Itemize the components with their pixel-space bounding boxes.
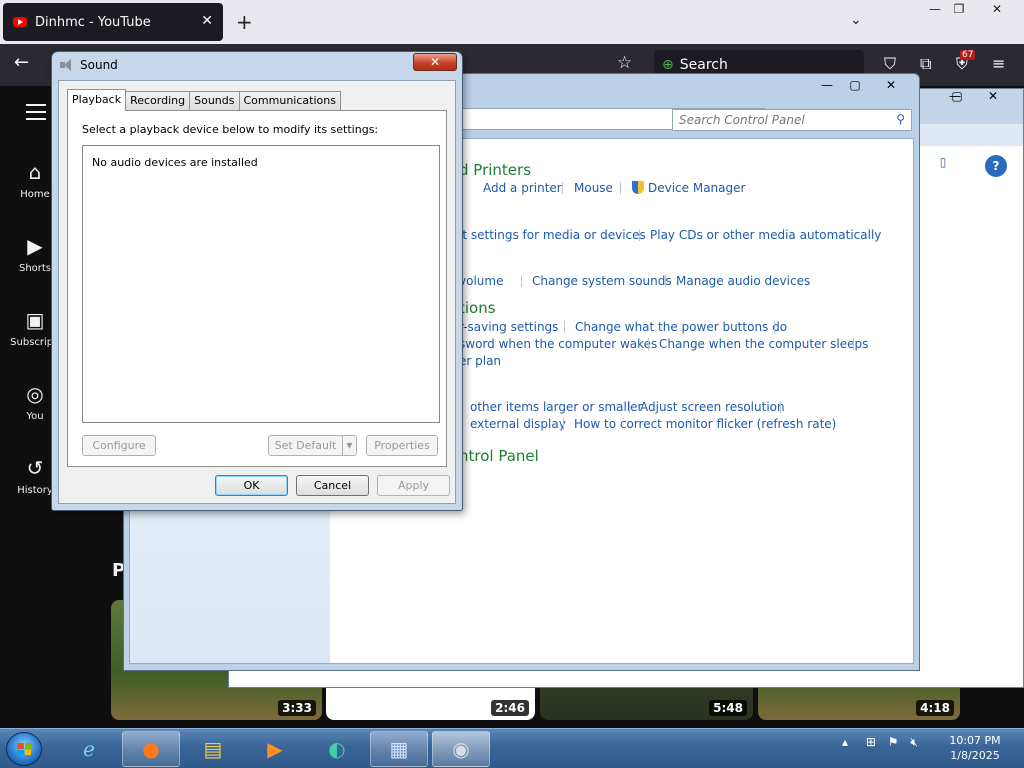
tab-title: Dinhmc - YouTube bbox=[35, 14, 151, 30]
configure-button[interactable]: Configure bbox=[82, 435, 156, 456]
empty-message: No audio devices are installed bbox=[92, 156, 258, 169]
cp-link-device-manager[interactable]: Device Manager bbox=[632, 181, 745, 195]
properties-button[interactable]: Properties bbox=[366, 435, 438, 456]
set-default-button[interactable]: Set Default ▼ bbox=[268, 435, 357, 456]
media-player-icon[interactable]: ▶ bbox=[246, 731, 304, 767]
cp-link[interactable]: er plan bbox=[459, 354, 501, 368]
browser-tab-strip: Dinhmc - YouTube ✕ + ⌄ — ❐ ✕ bbox=[0, 0, 1024, 44]
category-heading[interactable]: ntrol Panel bbox=[459, 447, 539, 465]
browser-maximize-button[interactable]: ❐ bbox=[942, 0, 976, 18]
video-duration: 2:46 bbox=[491, 700, 529, 716]
search-placeholder: Search bbox=[679, 57, 728, 73]
bookmark-star-icon[interactable]: ☆ bbox=[617, 53, 632, 73]
device-list[interactable]: No audio devices are installed bbox=[82, 145, 440, 423]
cp-link[interactable]: sword when the computer wakes bbox=[459, 337, 657, 351]
browser-close-button[interactable]: ✕ bbox=[980, 0, 1014, 18]
apply-button[interactable]: Apply bbox=[377, 475, 450, 496]
cp-link[interactable]: Change system sounds bbox=[532, 274, 672, 288]
dialog-client: Playback Recording Sounds Communications… bbox=[58, 80, 456, 504]
cp-link[interactable]: Play CDs or other media automatically bbox=[650, 228, 881, 242]
back-window-maximize-button[interactable]: ▢ bbox=[940, 89, 974, 107]
cp-link[interactable]: Add a printer bbox=[483, 181, 562, 195]
clock-time: 10:07 PM bbox=[949, 734, 1001, 747]
explorer-icon[interactable]: ▤ bbox=[184, 731, 242, 767]
cp-link[interactable]: Mouse bbox=[574, 181, 613, 195]
cp-link[interactable]: volume bbox=[459, 274, 503, 288]
control-panel-search-input[interactable]: Search Control Panel ⚲ bbox=[672, 109, 912, 131]
category-heading[interactable]: d Printers bbox=[459, 161, 531, 179]
nav-label: Shorts bbox=[18, 263, 52, 274]
cp-link[interactable]: How to correct monitor flicker (refresh … bbox=[574, 417, 836, 431]
shield-icon bbox=[632, 181, 644, 194]
video-duration: 3:33 bbox=[278, 700, 316, 716]
volume-muted-icon[interactable]: 🔇︎ bbox=[910, 735, 918, 749]
cp-link[interactable]: r-saving settings bbox=[459, 320, 558, 334]
help-icon[interactable]: ? bbox=[985, 155, 1007, 177]
ok-button[interactable]: OK bbox=[215, 475, 288, 496]
cp-link[interactable]: lt settings for media or devices bbox=[459, 228, 646, 242]
menu-icon[interactable] bbox=[26, 104, 46, 125]
instruction-text: Select a playback device below to modify… bbox=[82, 123, 379, 136]
tab-strip: Playback Recording Sounds Communications bbox=[67, 89, 341, 111]
cp-link[interactable]: other items larger or smaller bbox=[470, 400, 643, 414]
cp-link[interactable]: Change what the power buttons do bbox=[575, 320, 787, 334]
chevron-down-icon[interactable]: ▼ bbox=[342, 436, 356, 455]
minimize-button[interactable]: — bbox=[814, 76, 840, 94]
network-icon[interactable]: ⊞ bbox=[866, 735, 876, 749]
system-tray: ▴ ⊞ ⚑ 🔇︎ bbox=[842, 735, 918, 750]
system-clock[interactable]: 10:07 PM 1/8/2025 bbox=[940, 733, 1010, 763]
start-button[interactable] bbox=[6, 732, 42, 766]
ie-icon[interactable]: ℯ bbox=[60, 731, 118, 767]
dialog-close-button[interactable]: ✕ bbox=[413, 53, 457, 71]
browser-tab[interactable]: Dinhmc - YouTube ✕ bbox=[3, 3, 223, 41]
preview-pane-icon[interactable]: ▯ bbox=[929, 155, 957, 177]
extensions-icon[interactable]: ⧉ bbox=[920, 54, 931, 74]
clock-date: 1/8/2025 bbox=[950, 749, 1000, 762]
nav-label: Home bbox=[20, 189, 50, 200]
action-center-flag-icon[interactable]: ⚑ bbox=[888, 735, 899, 749]
cancel-button[interactable]: Cancel bbox=[296, 475, 369, 496]
cp-link[interactable]: Manage audio devices bbox=[676, 274, 810, 288]
category-heading[interactable]: tions bbox=[459, 299, 496, 317]
cp-link[interactable]: external display bbox=[470, 417, 566, 431]
back-window-close-button[interactable]: ✕ bbox=[976, 89, 1010, 107]
playback-panel: Select a playback device below to modify… bbox=[67, 110, 447, 467]
ublock-badge: 67 bbox=[960, 50, 976, 60]
tab-playback[interactable]: Playback bbox=[67, 89, 127, 111]
search-icon[interactable]: ⚲ bbox=[896, 112, 905, 126]
search-engine-icon: ⊕ bbox=[662, 57, 674, 73]
video-duration: 5:48 bbox=[709, 700, 747, 716]
tab-recording[interactable]: Recording bbox=[125, 91, 191, 111]
hamburger-menu-icon[interactable]: ≡ bbox=[992, 54, 1005, 73]
show-hidden-icons-icon[interactable]: ▴ bbox=[842, 735, 848, 749]
tab-communications[interactable]: Communications bbox=[238, 91, 341, 111]
pocket-icon[interactable]: ⛉ bbox=[884, 54, 896, 74]
search-placeholder: Search Control Panel bbox=[679, 113, 805, 127]
list-all-tabs-button[interactable]: ⌄ bbox=[850, 12, 862, 28]
taskbar: ℯ ● ▤ ▶ ◐ ▦ ◉ ▴ ⊞ ⚑ 🔇︎ 10:07 PM 1/8/2025 bbox=[0, 728, 1024, 768]
sound-icon[interactable]: ◉ bbox=[432, 731, 490, 767]
firefox-icon[interactable]: ● bbox=[122, 731, 180, 767]
close-button[interactable]: ✕ bbox=[878, 76, 904, 94]
control-panel-icon[interactable]: ▦ bbox=[370, 731, 428, 767]
dialog-title: Sound bbox=[80, 58, 118, 72]
dialog-titlebar: Sound bbox=[60, 58, 118, 72]
speaker-icon bbox=[60, 59, 74, 71]
close-tab-icon[interactable]: ✕ bbox=[201, 13, 213, 29]
youtube-logo-icon bbox=[13, 17, 27, 27]
new-tab-button[interactable]: + bbox=[236, 10, 253, 34]
app-icon[interactable]: ◐ bbox=[308, 731, 366, 767]
back-arrow-icon[interactable]: ← bbox=[14, 52, 29, 73]
video-duration: 4:18 bbox=[916, 700, 954, 716]
nav-label: You bbox=[26, 411, 44, 422]
cp-link[interactable]: Adjust screen resolution bbox=[640, 400, 785, 414]
windows-logo-icon bbox=[17, 743, 31, 755]
tab-sounds[interactable]: Sounds bbox=[189, 91, 240, 111]
nav-label: History bbox=[17, 485, 53, 496]
maximize-button[interactable]: ▢ bbox=[842, 76, 868, 94]
sound-dialog: Sound ✕ Playback Recording Sounds Commun… bbox=[51, 51, 463, 511]
cp-link[interactable]: Change when the computer sleeps bbox=[659, 337, 868, 351]
